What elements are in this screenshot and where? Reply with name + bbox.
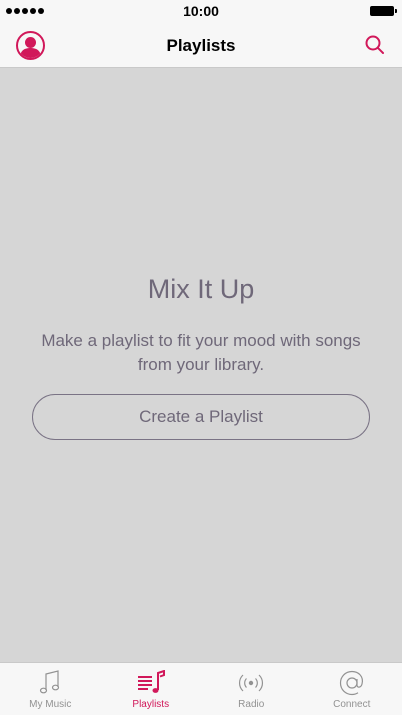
status-bar: 10:00 [0,0,402,22]
radio-icon [236,669,266,697]
tab-playlists[interactable]: Playlists [101,663,202,715]
battery-icon [370,6,397,16]
tab-label: Radio [238,699,265,710]
at-sign-icon [337,669,367,697]
status-time: 10:00 [183,3,219,19]
tab-radio[interactable]: Radio [201,663,302,715]
search-button[interactable] [364,34,386,56]
tab-my-music[interactable]: My Music [0,663,101,715]
create-playlist-button[interactable]: Create a Playlist [32,394,370,440]
tab-label: Playlists [132,699,170,710]
navigation-bar: Playlists [0,22,402,68]
music-note-icon [35,669,65,697]
tab-label: My Music [29,699,72,710]
empty-state-message: Make a playlist to fit your mood with so… [41,331,361,374]
tab-label: Connect [333,699,371,710]
search-icon [365,35,384,54]
empty-state: Mix It Up Make a playlist to fit your mo… [0,68,402,662]
page-title: Playlists [166,36,236,55]
tab-connect[interactable]: Connect [302,663,402,715]
tab-bar: My Music Playlists Radio Connect [0,662,402,715]
empty-state-title: Mix It Up [147,274,255,304]
playlist-icon [136,669,166,697]
